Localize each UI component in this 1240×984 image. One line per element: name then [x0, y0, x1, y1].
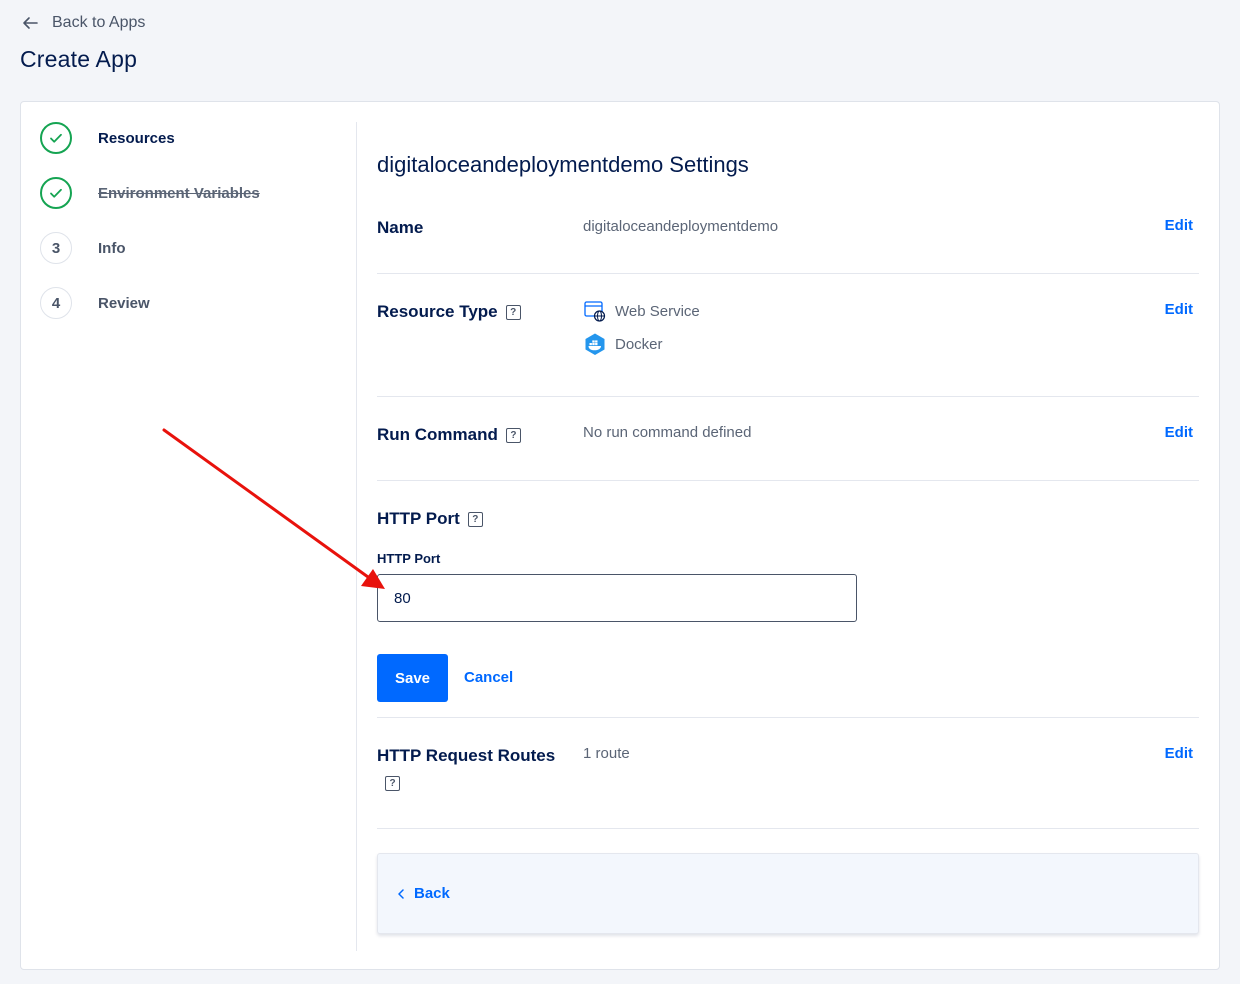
- divider: [377, 480, 1199, 481]
- divider: [377, 396, 1199, 397]
- arrow-left-icon: [23, 17, 38, 29]
- step-info[interactable]: 3 Info: [40, 232, 126, 264]
- step-review[interactable]: 4 Review: [40, 287, 150, 319]
- step-label: Review: [98, 294, 150, 312]
- http-port-field-label: HTTP Port: [377, 551, 441, 566]
- http-routes-label: HTTP Request Routes ?: [377, 746, 567, 791]
- back-to-apps-link[interactable]: Back to Apps: [20, 13, 145, 33]
- docker-icon: [585, 333, 605, 355]
- save-button[interactable]: Save: [377, 654, 448, 702]
- resource-type-label: Resource Type ?: [377, 302, 521, 322]
- help-icon[interactable]: ?: [467, 511, 483, 527]
- http-port-input[interactable]: [377, 574, 857, 622]
- docker-label: Docker: [615, 335, 663, 353]
- settings-panel: digitaloceandeploymentdemo Settings Name…: [377, 102, 1199, 971]
- create-app-card: Resources Environment Variables 3 Info 4…: [20, 101, 1220, 970]
- help-icon[interactable]: ?: [505, 304, 521, 320]
- resource-type-docker: Docker: [583, 332, 663, 356]
- help-icon[interactable]: ?: [385, 776, 400, 791]
- run-command-value: No run command defined: [583, 424, 752, 441]
- run-command-label-text: Run Command: [377, 425, 498, 444]
- resource-type-label-text: Resource Type: [377, 302, 498, 321]
- step-label: Environment Variables: [98, 184, 260, 202]
- step-complete-indicator: [40, 177, 72, 209]
- divider: [377, 828, 1199, 829]
- divider: [377, 273, 1199, 274]
- check-icon: [50, 133, 62, 143]
- step-number: 3: [40, 232, 72, 264]
- name-label: Name: [377, 218, 423, 238]
- step-label: Info: [98, 239, 126, 257]
- edit-http-routes-link[interactable]: Edit: [1165, 745, 1193, 762]
- cancel-button[interactable]: Cancel: [464, 669, 513, 686]
- divider: [377, 717, 1199, 718]
- back-button[interactable]: Back: [396, 885, 450, 902]
- check-icon: [50, 188, 62, 198]
- name-value: digitaloceandeploymentdemo: [583, 218, 779, 235]
- web-service-label: Web Service: [615, 302, 700, 320]
- back-button-label: Back: [414, 885, 450, 902]
- http-port-label-text: HTTP Port: [377, 509, 460, 528]
- footer-bar: Back: [377, 853, 1199, 934]
- name-label-text: Name: [377, 218, 424, 237]
- http-port-label: HTTP Port ?: [377, 509, 483, 529]
- stepper: Resources Environment Variables 3 Info 4…: [21, 122, 357, 951]
- back-to-apps-label: Back to Apps: [52, 14, 146, 31]
- step-label: Resources: [98, 129, 175, 147]
- help-icon[interactable]: ?: [505, 427, 521, 443]
- edit-resource-type-link[interactable]: Edit: [1165, 301, 1193, 318]
- resource-type-web-service: Web Service: [583, 299, 700, 323]
- settings-title: digitaloceandeploymentdemo Settings: [377, 152, 749, 177]
- edit-run-command-link[interactable]: Edit: [1165, 424, 1193, 441]
- edit-name-link[interactable]: Edit: [1165, 217, 1193, 234]
- run-command-label: Run Command ?: [377, 425, 521, 445]
- step-environment-variables[interactable]: Environment Variables: [40, 177, 260, 209]
- http-routes-value: 1 route: [583, 745, 630, 762]
- http-routes-label-text: HTTP Request Routes: [377, 746, 556, 765]
- step-complete-indicator: [40, 122, 72, 154]
- page-title: Create App: [20, 46, 138, 72]
- web-service-icon: [584, 301, 606, 322]
- step-resources[interactable]: Resources: [40, 122, 175, 154]
- step-number: 4: [40, 287, 72, 319]
- chevron-left-icon: [398, 888, 404, 899]
